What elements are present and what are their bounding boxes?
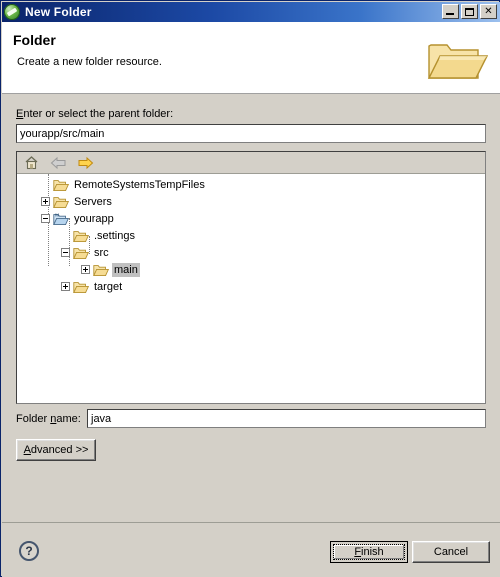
tree-item-label: yourapp xyxy=(74,212,114,225)
maximize-button[interactable] xyxy=(461,4,478,19)
tree-item-yourapp[interactable]: Myourapp xyxy=(41,210,116,227)
help-icon: ? xyxy=(25,544,33,558)
folder-tree-panel: RemoteSystemsTempFiles Servers Myourapp .se… xyxy=(16,151,486,404)
minimize-button[interactable] xyxy=(442,4,459,19)
parent-folder-value: yourapp/src/main xyxy=(20,127,105,140)
project-icon: M xyxy=(53,212,70,225)
finish-button-inner: Finish xyxy=(333,544,405,560)
folder-tree[interactable]: RemoteSystemsTempFiles Servers Myourapp .se… xyxy=(17,174,485,403)
tree-item-label: target xyxy=(94,280,123,293)
expand-toggle-icon[interactable] xyxy=(61,282,70,291)
dialog-footer: ? Finish Cancel xyxy=(2,522,500,577)
advanced-button-label: Advanced >> xyxy=(23,444,89,456)
folder-icon xyxy=(73,230,90,242)
forward-arrow-icon xyxy=(78,156,93,169)
tree-item-remotesystemstempfiles[interactable]: RemoteSystemsTempFiles xyxy=(41,176,207,193)
tree-item-label: .settings xyxy=(94,229,135,242)
expand-toggle-icon[interactable] xyxy=(81,265,90,274)
cancel-button[interactable]: Cancel xyxy=(412,541,490,563)
tree-item-label: src xyxy=(94,246,109,259)
page-description: Create a new folder resource. xyxy=(17,56,162,68)
folder-icon xyxy=(93,264,110,276)
close-icon: ✕ xyxy=(484,5,493,17)
parent-folder-label: Enter or select the parent folder: xyxy=(16,108,174,120)
home-button[interactable] xyxy=(22,154,40,172)
tree-item-settings[interactable]: .settings xyxy=(61,227,137,244)
folder-name-label: Folder name: xyxy=(16,413,81,425)
folder-name-input[interactable]: java xyxy=(87,409,486,428)
help-button[interactable]: ? xyxy=(19,541,39,561)
cancel-button-label: Cancel xyxy=(433,546,469,558)
back-button[interactable] xyxy=(49,154,67,172)
tree-item-main[interactable]: main xyxy=(81,261,140,278)
window-controls: ✕ xyxy=(442,4,497,19)
forward-button[interactable] xyxy=(76,154,94,172)
wizard-header: Folder Create a new folder resource. xyxy=(2,22,500,94)
collapse-toggle-icon[interactable] xyxy=(41,214,50,223)
maximize-icon xyxy=(465,8,474,16)
tree-item-target[interactable]: target xyxy=(61,278,124,295)
minimize-icon xyxy=(446,13,454,15)
folder-icon xyxy=(53,179,70,191)
tree-item-label: main xyxy=(112,262,140,277)
close-button[interactable]: ✕ xyxy=(480,4,497,19)
home-icon xyxy=(25,156,37,170)
page-title: Folder xyxy=(13,32,56,48)
eclipse-wizard-icon xyxy=(4,4,20,20)
folder-name-value: java xyxy=(91,412,112,425)
advanced-button[interactable]: Advanced >> xyxy=(16,439,96,461)
window-title: New Folder xyxy=(25,5,92,19)
tree-item-label: RemoteSystemsTempFiles xyxy=(74,178,205,191)
tree-item-servers[interactable]: Servers xyxy=(41,193,114,210)
folder-icon xyxy=(53,196,70,208)
folder-icon xyxy=(73,247,90,259)
expand-toggle-icon[interactable] xyxy=(41,197,50,206)
dialog-body: Enter or select the parent folder: youra… xyxy=(2,94,500,522)
tree-toolbar xyxy=(17,152,485,174)
collapse-toggle-icon[interactable] xyxy=(61,248,70,257)
tree-item-src[interactable]: src xyxy=(61,244,111,261)
folder-icon xyxy=(73,281,90,293)
svg-text:M: M xyxy=(55,212,59,217)
title-bar: New Folder ✕ xyxy=(2,2,500,22)
new-folder-dialog: New Folder ✕ Folder Create a new folder … xyxy=(0,0,500,577)
back-arrow-icon xyxy=(50,156,65,169)
tree-item-label: Servers xyxy=(74,195,112,208)
open-folder-icon xyxy=(427,44,488,79)
finish-button[interactable]: Finish xyxy=(330,541,408,563)
finish-button-label: Finish xyxy=(354,546,384,558)
parent-folder-input[interactable]: yourapp/src/main xyxy=(16,124,486,143)
